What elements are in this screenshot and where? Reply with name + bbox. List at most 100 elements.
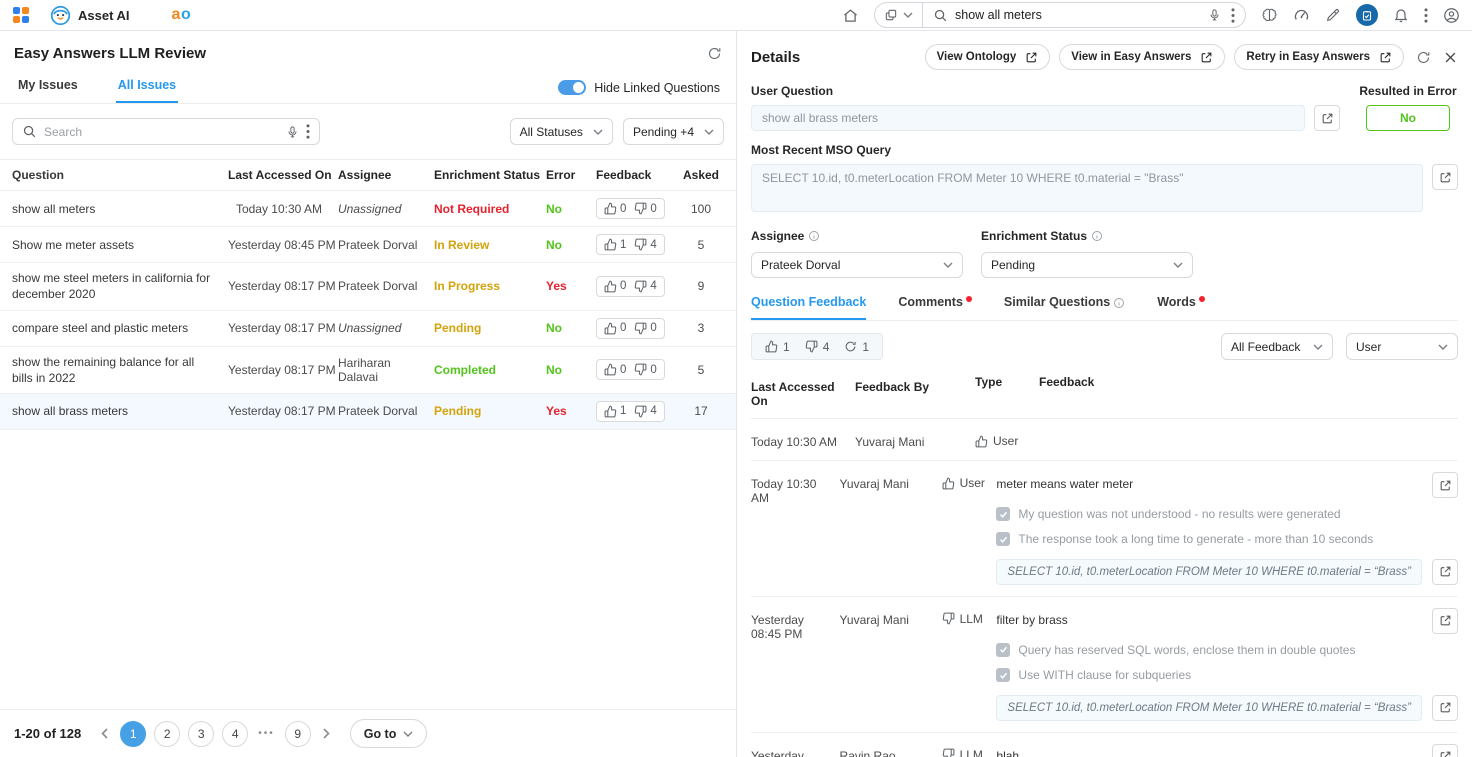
resulted-in-error-value[interactable]: No (1366, 105, 1450, 131)
table-row[interactable]: Show me meter assetsYesterday 08:45 PMPr… (0, 227, 736, 263)
table-row[interactable]: show the remaining balance for all bills… (0, 347, 736, 394)
checkbox-checked-icon (996, 668, 1010, 682)
thumb-up-count: 1 (783, 340, 790, 354)
tab-comments[interactable]: Comments (898, 295, 972, 320)
view-in-easy-answers-label: View in Easy Answers (1071, 51, 1191, 63)
external-link-icon (1439, 614, 1452, 627)
enrichment-status-cell: Not Required (434, 195, 546, 223)
pen-icon[interactable] (1325, 7, 1341, 23)
tab-my-issues[interactable]: My Issues (16, 70, 80, 103)
thumb-up-count: 0 (620, 322, 626, 334)
table-row[interactable]: compare steel and plastic metersYesterda… (0, 311, 736, 347)
global-search-input[interactable] (955, 8, 1201, 22)
feedback-source-value: User (1356, 340, 1381, 354)
open-question-button[interactable] (1314, 105, 1340, 131)
search-options-icon[interactable] (306, 124, 310, 139)
next-page-icon[interactable] (319, 728, 334, 739)
asked-cell: 100 (682, 195, 724, 223)
feedback-button[interactable]: 00 (596, 198, 665, 219)
page-button[interactable]: 9 (285, 721, 311, 747)
retry-icon (844, 340, 857, 353)
mso-query-field[interactable]: SELECT 10.id, t0.meterLocation FROM Mete… (751, 164, 1423, 212)
thumb-down-icon (634, 363, 647, 376)
more-options-icon[interactable] (1424, 8, 1428, 23)
tab-question-feedback[interactable]: Question Feedback (751, 295, 866, 320)
table-row[interactable]: show me steel meters in california for d… (0, 263, 736, 310)
user-question-field[interactable]: show all brass meters (751, 105, 1305, 131)
external-link-button[interactable] (1432, 472, 1458, 498)
refresh-icon[interactable] (707, 46, 722, 61)
type-cell: User (975, 430, 1039, 448)
last-accessed-cell: Today 10:30 AM (751, 430, 855, 449)
hide-linked-questions-toggle[interactable] (558, 80, 586, 95)
external-link-button[interactable] (1432, 695, 1458, 721)
tab-words[interactable]: Words (1157, 295, 1205, 320)
feedback-type-select[interactable]: All Feedback (1221, 333, 1333, 360)
external-link-icon (1379, 51, 1392, 64)
page-button[interactable]: 3 (188, 721, 214, 747)
assignee-cell: Hariharan Dalavai (328, 349, 434, 391)
page-button[interactable]: 2 (154, 721, 180, 747)
type-cell: LLM (942, 744, 997, 757)
enrichment-status-select[interactable]: Pending (981, 252, 1193, 278)
search-scope-selector[interactable] (875, 3, 923, 27)
feedback-query-field[interactable]: SELECT 10.id, t0.meterLocation FROM Mete… (996, 695, 1422, 721)
open-query-button[interactable] (1432, 164, 1458, 190)
hide-linked-questions-label: Hide Linked Questions (594, 81, 720, 95)
questions-search-input[interactable] (44, 125, 279, 139)
col-feedback-by: Feedback By (855, 375, 975, 408)
brain-icon[interactable] (1261, 7, 1278, 24)
page-button[interactable]: 1 (120, 721, 146, 747)
home-icon[interactable] (842, 7, 859, 24)
question-cell: show the remaining balance for all bills… (12, 347, 228, 393)
status-filter-select[interactable]: All Statuses (510, 118, 613, 145)
retry-in-easy-answers-button[interactable]: Retry in Easy Answers (1234, 44, 1404, 70)
apps-grid-icon[interactable] (12, 6, 30, 24)
external-link-button[interactable] (1432, 744, 1458, 757)
table-row[interactable]: show all brass metersYesterday 08:17 PMP… (0, 394, 736, 430)
feedback-button[interactable]: 00 (596, 359, 665, 380)
main-content: Easy Answers LLM Review My Issues All Is… (0, 31, 1472, 757)
tab-all-issues[interactable]: All Issues (116, 70, 178, 103)
assignee-cell: Prateek Dorval (328, 272, 434, 300)
refresh-icon[interactable] (1416, 50, 1431, 65)
global-search-bar[interactable] (874, 2, 1246, 28)
pending-filter-select[interactable]: Pending +4 (623, 118, 724, 145)
feedback-summary-chip[interactable]: 1 4 1 (751, 333, 883, 360)
notifications-bell-icon[interactable] (1393, 7, 1409, 23)
feedback-button[interactable]: 14 (596, 401, 665, 422)
user-profile-icon[interactable] (1443, 7, 1460, 24)
info-icon (1091, 230, 1103, 242)
external-link-button[interactable] (1432, 559, 1458, 585)
table-row[interactable]: show all metersToday 10:30 AMUnassignedN… (0, 191, 736, 227)
assignee-select[interactable]: Prateek Dorval (751, 252, 963, 278)
questions-search[interactable] (12, 118, 320, 145)
asset-ai-avatar-icon (50, 5, 71, 26)
asset-ai-logo[interactable]: Asset AI (50, 5, 130, 26)
assignee-cell: Prateek Dorval (328, 231, 434, 259)
chevron-down-icon (1438, 344, 1448, 350)
mic-icon[interactable] (286, 124, 299, 140)
mic-icon[interactable] (1208, 7, 1221, 23)
feedback-tag: The response took a long time to generat… (996, 531, 1458, 548)
feedback-query-field[interactable]: SELECT 10.id, t0.meterLocation FROM Mete… (996, 559, 1422, 585)
goto-page-select[interactable]: Go to (350, 719, 428, 748)
close-icon[interactable] (1443, 50, 1458, 65)
page-button[interactable]: 4 (222, 721, 248, 747)
review-clipboard-icon[interactable] (1356, 4, 1378, 26)
previous-page-icon[interactable] (97, 728, 112, 739)
feedback-button[interactable]: 00 (596, 318, 665, 339)
tab-similar-questions[interactable]: Similar Questions (1004, 295, 1125, 320)
feedback-button[interactable]: 04 (596, 276, 665, 297)
gauge-icon[interactable] (1293, 7, 1310, 24)
search-options-icon[interactable] (1231, 8, 1235, 23)
filter-row: All Statuses Pending +4 (0, 104, 736, 159)
type-label: LLM (960, 612, 983, 626)
view-in-easy-answers-button[interactable]: View in Easy Answers (1059, 44, 1225, 70)
ao-logo[interactable]: ao (172, 6, 192, 24)
retry-in-easy-answers-label: Retry in Easy Answers (1246, 51, 1370, 63)
feedback-button[interactable]: 14 (596, 234, 665, 255)
view-ontology-button[interactable]: View Ontology (925, 44, 1051, 70)
external-link-button[interactable] (1432, 608, 1458, 634)
feedback-source-select[interactable]: User (1346, 333, 1458, 360)
